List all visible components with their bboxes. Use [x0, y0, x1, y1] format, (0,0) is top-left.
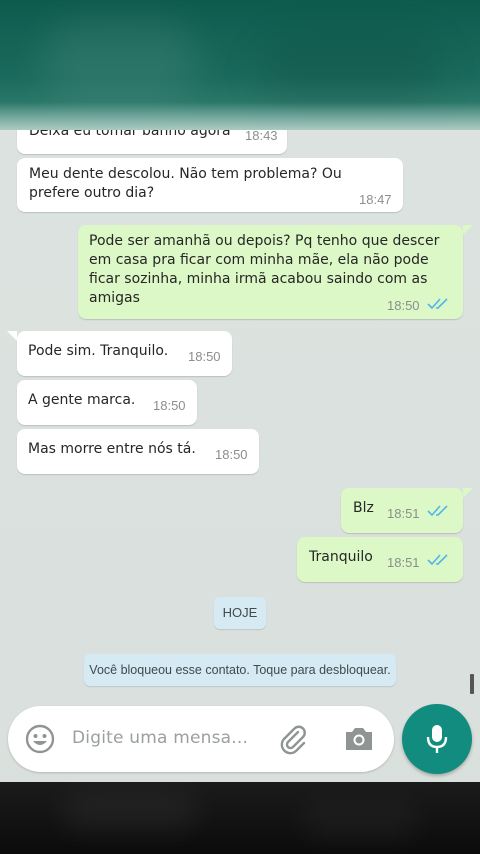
emoji-icon[interactable]: [24, 723, 56, 755]
message-time: 18:50: [215, 447, 248, 462]
message-input[interactable]: Digite uma mensa...: [72, 728, 248, 748]
message-outgoing[interactable]: Blz 18:51: [341, 488, 463, 533]
message-time: 18:51: [387, 506, 420, 521]
message-incoming[interactable]: A gente marca. 18:50: [17, 380, 197, 425]
message-text: Pode sim. Tranquilo.: [28, 343, 169, 359]
message-time: 18:50: [153, 398, 186, 413]
read-ticks-icon: [427, 505, 448, 517]
message-time: 18:50: [387, 298, 420, 313]
camera-icon[interactable]: [342, 724, 376, 754]
message-incoming[interactable]: Mas morre entre nós tá. 18:50: [17, 429, 259, 474]
voice-message-button[interactable]: [402, 704, 472, 774]
bubble-tail: [463, 488, 473, 498]
message-incoming[interactable]: Meu dente descolou. Não tem problema? Ou…: [17, 158, 403, 212]
message-text: Tranquilo: [309, 549, 373, 565]
message-text: Mas morre entre nós tá.: [28, 441, 196, 457]
chat-header: [0, 0, 480, 130]
message-outgoing[interactable]: Tranquilo 18:51: [297, 537, 463, 582]
bubble-tail: [7, 331, 17, 341]
message-incoming[interactable]: Pode sim. Tranquilo. 18:50: [17, 331, 232, 376]
blocked-contact-notice[interactable]: Você bloqueou esse contato. Toque para d…: [84, 654, 396, 686]
message-text: A gente marca.: [28, 392, 136, 408]
mic-icon: [426, 725, 448, 753]
navigation-bar-area: [0, 782, 480, 854]
bubble-tail: [463, 225, 473, 235]
message-text: Blz: [353, 500, 374, 516]
message-time: 18:50: [188, 349, 221, 364]
message-outgoing[interactable]: Pode ser amanhã ou depois? Pq tenho que …: [78, 225, 463, 319]
read-ticks-icon: [427, 298, 448, 310]
message-time: 18:51: [387, 555, 420, 570]
date-divider: HOJE: [214, 597, 266, 629]
attach-icon[interactable]: [276, 722, 310, 756]
message-time: 18:47: [359, 192, 392, 207]
message-composer: Digite uma mensa...: [8, 706, 394, 772]
message-text: Meu dente descolou. Não tem problema? Ou…: [29, 166, 342, 201]
scrollbar[interactable]: [470, 674, 474, 694]
read-ticks-icon: [427, 554, 448, 566]
